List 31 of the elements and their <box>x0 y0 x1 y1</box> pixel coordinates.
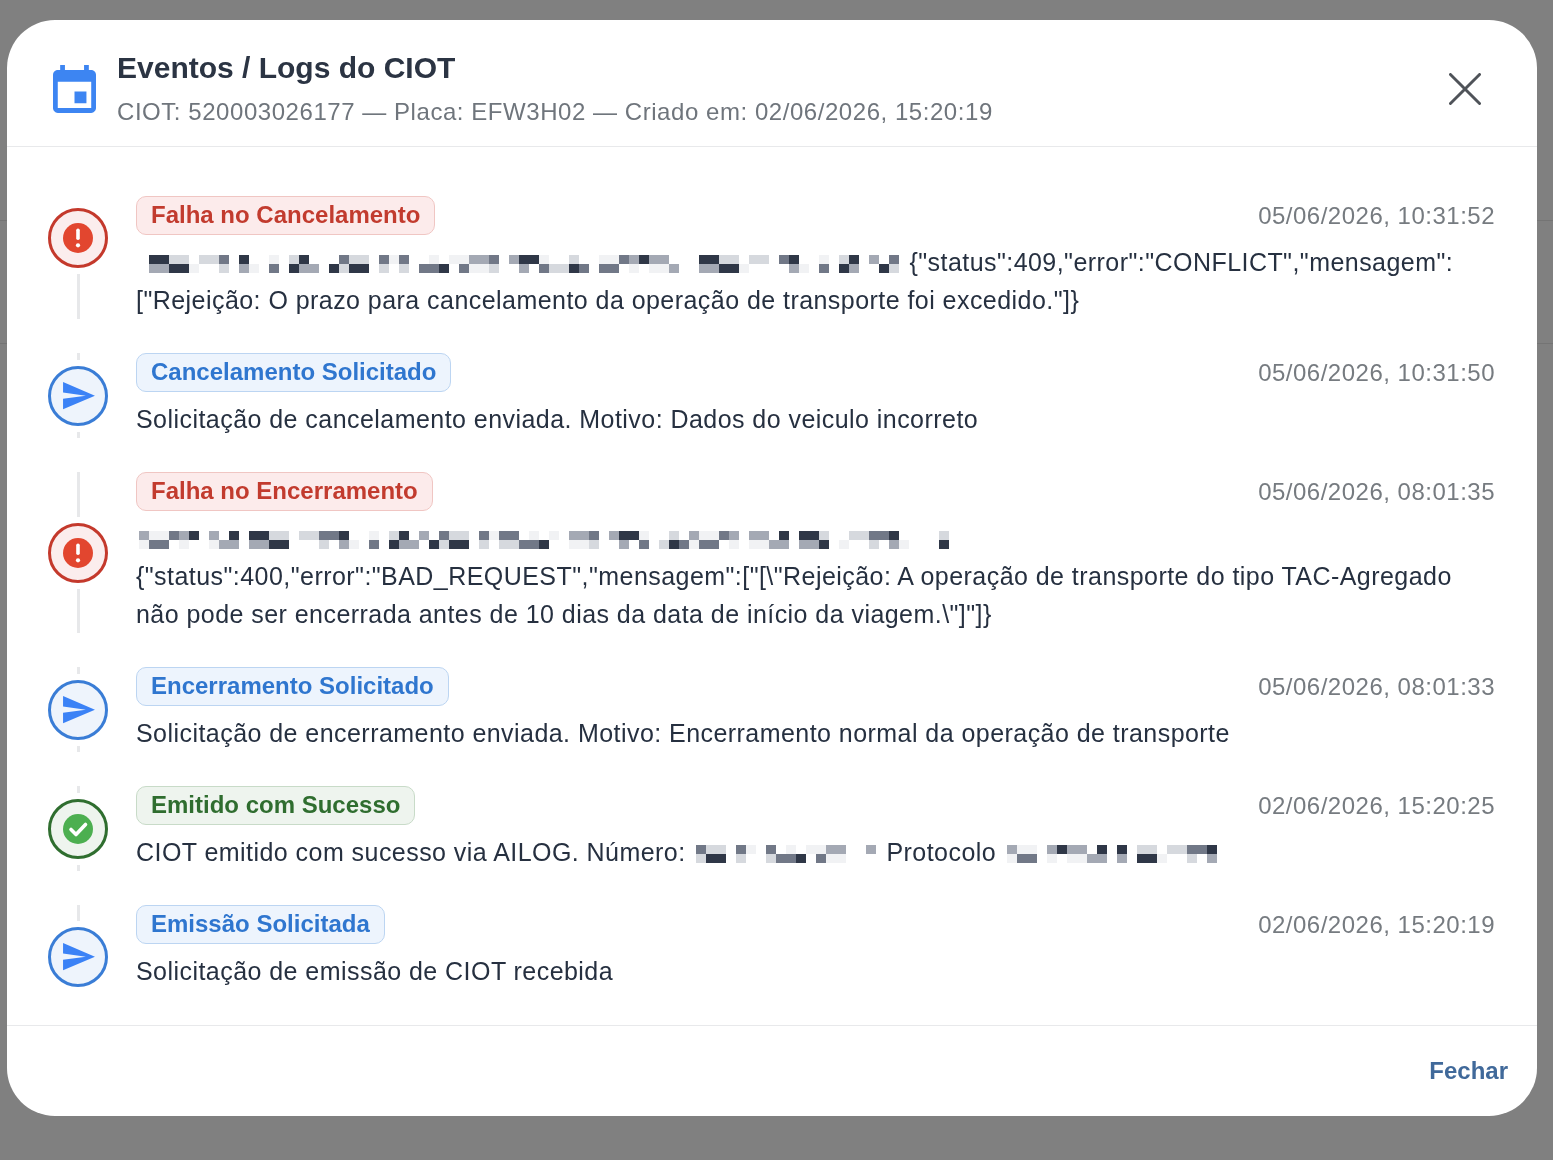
exclamation-icon <box>48 208 108 268</box>
status-badge: Emitido com Sucesso <box>136 786 416 825</box>
event-message: ["Rejeição: O prazo para cancelamento da operação de transporte foi excedido."]} <box>136 286 1080 314</box>
event-message: Solicitação de emissão de CIOT recebida <box>136 957 614 985</box>
event-message: {"status":409,"error":"CONFLICT","mensagem": <box>909 248 1454 276</box>
close-dialog-button[interactable]: Fechar <box>1421 1049 1516 1093</box>
send-icon <box>48 679 108 740</box>
event-message: Solicitação de cancelamento enviada. Motivo: Dados do veiculo incorreto <box>136 405 979 433</box>
event-timestamp: 05/06/2026, 08:01:33 <box>1258 671 1495 702</box>
status-badge: Falha no Cancelamento <box>136 196 436 235</box>
status-badge: Falha no Encerramento <box>136 472 433 511</box>
dialog-subtitle: CIOT: 520003026177 — Placa: EFW3H02 — Criado em: 02/06/2026, 15:20:19 <box>117 97 994 127</box>
calendar-icon <box>53 64 96 113</box>
event-message: CIOT emitido com sucesso via AILOG. Número: <box>136 838 686 866</box>
dialog-title: Eventos / Logs do CIOT <box>117 50 457 86</box>
event-timestamp: 02/06/2026, 15:20:25 <box>1258 790 1495 821</box>
exclamation-icon <box>48 522 108 583</box>
status-badge: Cancelamento Solicitado <box>136 353 452 392</box>
close-icon <box>1449 72 1481 105</box>
event-message: Solicitação de encerramento enviada. Motivo: Encerramento normal da operação de transporte <box>136 719 1230 747</box>
status-badge: Encerramento Solicitado <box>136 667 449 706</box>
send-icon <box>48 927 108 987</box>
event-timestamp: 05/06/2026, 10:31:50 <box>1258 357 1495 388</box>
send-icon <box>48 365 108 426</box>
event-timestamp: 02/06/2026, 15:20:19 <box>1258 909 1495 940</box>
event-timestamp: 05/06/2026, 10:31:52 <box>1258 200 1495 231</box>
status-badge: Emissão Solicitada <box>136 905 385 944</box>
event-message: Protocolo <box>886 838 997 866</box>
event-message: {"status":400,"error":"BAD_REQUEST","mensagem":["[\"Rejeição: A operação de transporte do tipo TAC-Agregado não pode ser encerrada antes de 10 dias da data de início da viagem.\"]"]} <box>136 562 1452 628</box>
event-timestamp: 05/06/2026, 08:01:35 <box>1258 476 1495 507</box>
check-icon <box>48 798 108 859</box>
